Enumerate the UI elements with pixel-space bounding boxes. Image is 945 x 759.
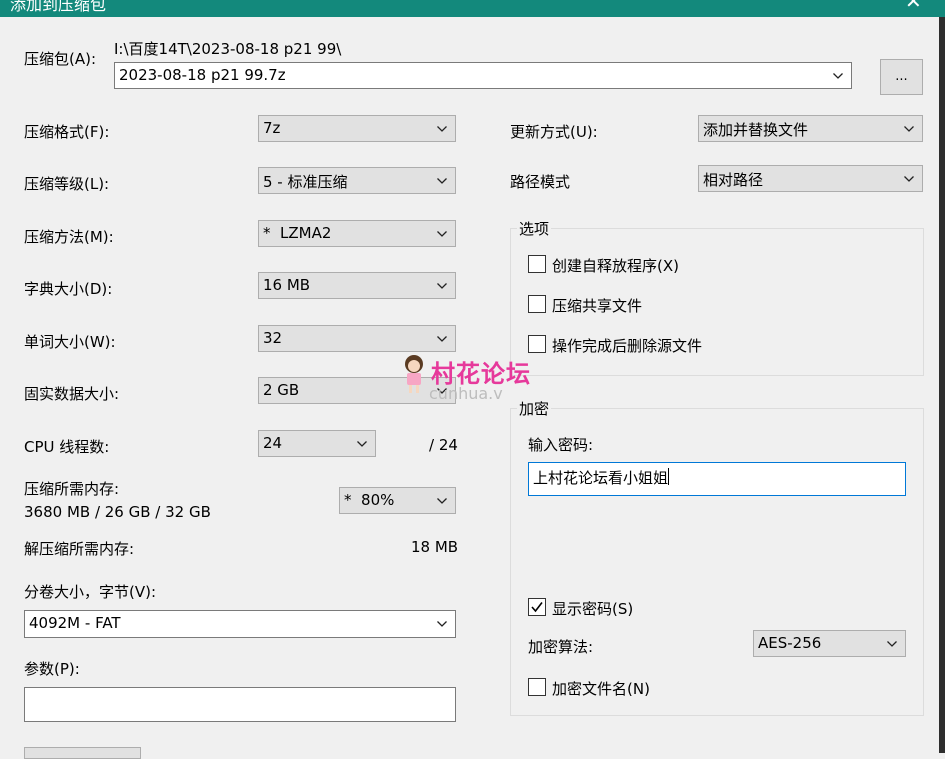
sfx-checkbox[interactable] xyxy=(528,255,546,273)
dict-select[interactable]: 16 MB xyxy=(258,272,456,299)
pathmode-value: 相对路径 xyxy=(703,171,764,189)
mem-compress-label: 压缩所需内存: xyxy=(24,480,120,498)
girl-mascot-icon xyxy=(405,355,423,393)
archive-label: 压缩包(A): xyxy=(24,50,97,68)
threads-max: / 24 xyxy=(429,436,458,454)
bottom-button[interactable] xyxy=(24,747,141,759)
window-edge xyxy=(939,17,945,753)
params-label: 参数(P): xyxy=(24,660,80,678)
word-select[interactable]: 32 xyxy=(258,325,456,352)
mem-decompress-label: 解压缩所需内存: xyxy=(24,540,135,558)
mem-decompress-value: 18 MB xyxy=(411,538,459,556)
checkmark-icon xyxy=(530,600,544,614)
chevron-down-icon[interactable] xyxy=(833,71,843,81)
format-label: 压缩格式(F): xyxy=(24,123,110,141)
solid-value: 2 GB xyxy=(263,381,300,399)
format-value: 7z xyxy=(263,119,281,137)
encrypt-names-label[interactable]: 加密文件名(N) xyxy=(552,678,650,699)
archive-name-value: 2023-08-18 p21 99.7z xyxy=(119,66,286,84)
window-title: 添加到压缩包 xyxy=(10,0,107,14)
volume-combo[interactable]: 4092M - FAT xyxy=(24,610,456,638)
dict-label: 字典大小(D): xyxy=(24,280,113,298)
threads-select[interactable]: 24 xyxy=(258,430,376,457)
chevron-down-icon[interactable] xyxy=(887,639,897,649)
close-icon[interactable]: ✕ xyxy=(905,0,922,13)
mem-usage-select[interactable]: * 80% xyxy=(339,487,456,514)
watermark: 村花论坛 cunhua.v xyxy=(395,352,555,408)
volume-label: 分卷大小，字节(V): xyxy=(24,583,157,601)
archive-name-combo[interactable]: 2023-08-18 p21 99.7z xyxy=(114,62,852,89)
params-input[interactable] xyxy=(24,687,456,722)
browse-button[interactable]: ... xyxy=(880,59,923,95)
word-label: 单词大小(W): xyxy=(24,333,116,351)
password-value: 上村花论坛看小姐姐 xyxy=(533,469,669,487)
text-caret xyxy=(668,468,670,485)
options-group-title: 选项 xyxy=(517,218,552,239)
delete-label[interactable]: 操作完成后删除源文件 xyxy=(552,335,702,356)
update-label: 更新方式(U): xyxy=(510,123,598,141)
mem-usage-value: * 80% xyxy=(344,491,395,509)
chevron-down-icon[interactable] xyxy=(437,229,447,239)
update-value: 添加并替换文件 xyxy=(703,121,809,139)
show-password-checkbox[interactable] xyxy=(528,598,546,616)
level-select[interactable]: 5 - 标准压缩 xyxy=(258,167,456,194)
method-select[interactable]: * LZMA2 xyxy=(258,220,456,247)
encrypt-names-checkbox[interactable] xyxy=(528,678,546,696)
dict-value: 16 MB xyxy=(263,276,311,294)
chevron-down-icon[interactable] xyxy=(904,124,914,134)
method-value: * LZMA2 xyxy=(263,224,332,242)
pathmode-label: 路径模式 xyxy=(510,173,571,191)
update-select[interactable]: 添加并替换文件 xyxy=(698,115,923,142)
chevron-down-icon[interactable] xyxy=(437,496,447,506)
password-label: 输入密码: xyxy=(528,436,594,454)
level-label: 压缩等级(L): xyxy=(24,175,110,193)
chevron-down-icon[interactable] xyxy=(357,439,367,449)
password-input[interactable]: 上村花论坛看小姐姐 xyxy=(528,462,906,496)
shared-checkbox[interactable] xyxy=(528,295,546,313)
method-label: 压缩方法(M): xyxy=(24,228,114,246)
mem-compress-detail: 3680 MB / 26 GB / 32 GB xyxy=(24,503,211,521)
sfx-label[interactable]: 创建自释放程序(X) xyxy=(552,255,679,276)
threads-label: CPU 线程数: xyxy=(24,438,110,456)
encryption-method-value: AES-256 xyxy=(758,634,822,652)
chevron-down-icon[interactable] xyxy=(437,619,447,629)
archive-path: I:\百度14T\2023-08-18 p21 99\ xyxy=(114,40,342,58)
format-select[interactable]: 7z xyxy=(258,115,456,142)
word-value: 32 xyxy=(263,329,283,347)
watermark-subtext: cunhua.v xyxy=(429,384,503,403)
volume-value: 4092M - FAT xyxy=(29,614,121,632)
chevron-down-icon[interactable] xyxy=(437,124,447,134)
chevron-down-icon[interactable] xyxy=(437,176,447,186)
threads-value: 24 xyxy=(263,434,283,452)
encryption-method-select[interactable]: AES-256 xyxy=(753,630,906,657)
chevron-down-icon[interactable] xyxy=(904,174,914,184)
pathmode-select[interactable]: 相对路径 xyxy=(698,165,923,192)
chevron-down-icon[interactable] xyxy=(437,281,447,291)
solid-label: 固实数据大小: xyxy=(24,385,120,403)
encryption-method-label: 加密算法: xyxy=(528,638,594,656)
level-value: 5 - 标准压缩 xyxy=(263,173,348,191)
shared-label[interactable]: 压缩共享文件 xyxy=(552,295,642,316)
delete-checkbox[interactable] xyxy=(528,335,546,353)
title-bar: 添加到压缩包 ✕ xyxy=(0,0,945,17)
chevron-down-icon[interactable] xyxy=(437,334,447,344)
show-password-label[interactable]: 显示密码(S) xyxy=(552,598,633,619)
